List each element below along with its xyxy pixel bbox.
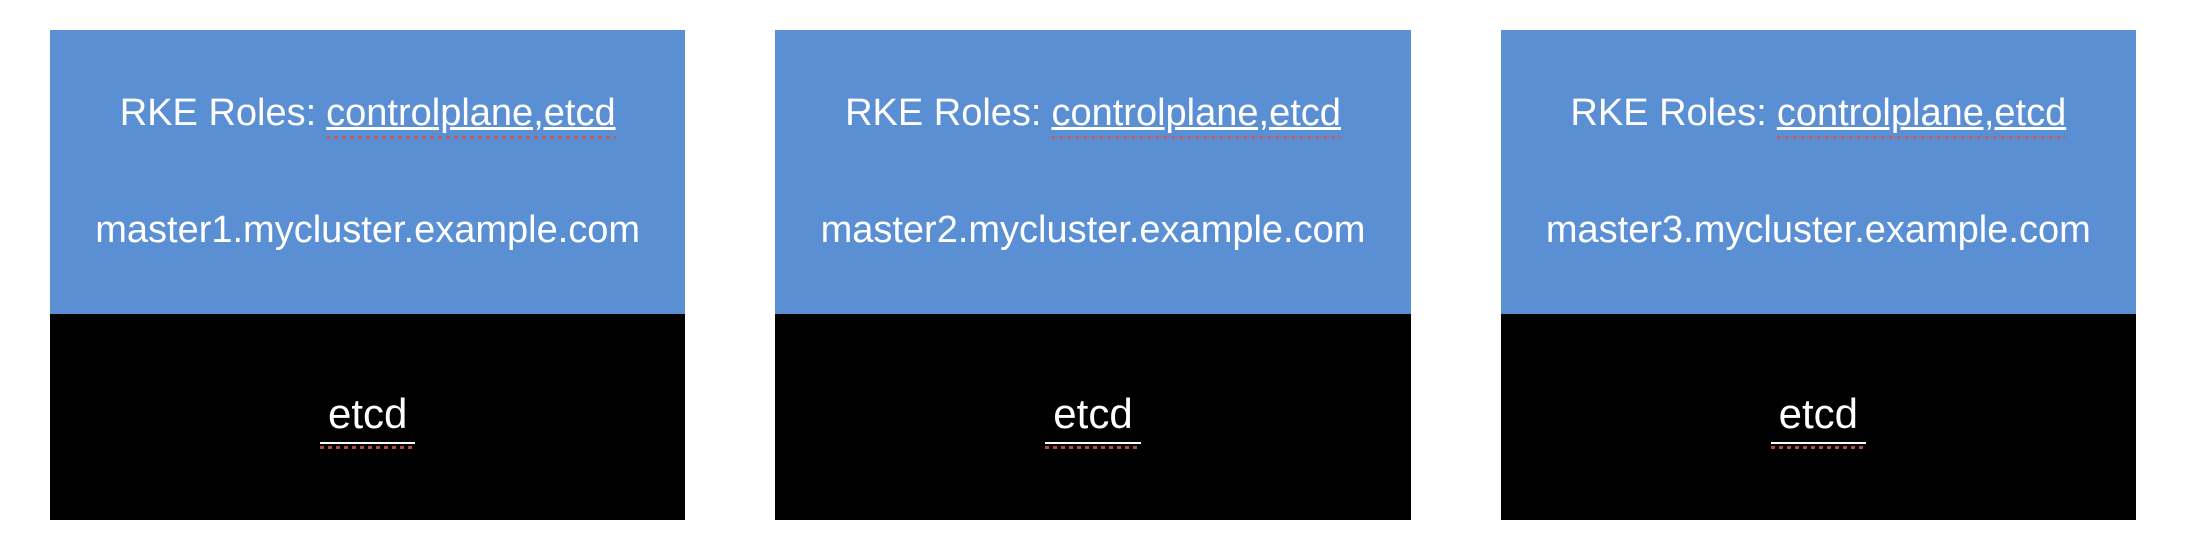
node-header-1: RKE Roles: controlplane,etcd master1.myc… [50, 30, 685, 314]
etcd-label-1: etcd [320, 390, 415, 444]
master-node-1: RKE Roles: controlplane,etcd master1.myc… [50, 30, 685, 520]
roles-label-3: RKE Roles: [1570, 92, 1766, 135]
roles-line-1: RKE Roles: controlplane,etcd [120, 92, 616, 135]
hostname-1: master1.mycluster.example.com [95, 209, 640, 252]
roles-value-3: controlplane,etcd [1777, 92, 2066, 135]
master-node-2: RKE Roles: controlplane,etcd master2.myc… [775, 30, 1410, 520]
master-node-3: RKE Roles: controlplane,etcd master3.myc… [1501, 30, 2136, 520]
roles-line-2: RKE Roles: controlplane,etcd [845, 92, 1341, 135]
node-component-2: etcd [775, 314, 1410, 520]
hostname-2: master2.mycluster.example.com [821, 209, 1366, 252]
etcd-label-3: etcd [1771, 390, 1866, 444]
node-component-3: etcd [1501, 314, 2136, 520]
node-header-2: RKE Roles: controlplane,etcd master2.myc… [775, 30, 1410, 314]
roles-label-2: RKE Roles: [845, 92, 1041, 135]
roles-value-1: controlplane,etcd [326, 92, 615, 135]
node-component-1: etcd [50, 314, 685, 520]
hostname-3: master3.mycluster.example.com [1546, 209, 2091, 252]
roles-value-2: controlplane,etcd [1051, 92, 1340, 135]
roles-label-1: RKE Roles: [120, 92, 316, 135]
node-header-3: RKE Roles: controlplane,etcd master3.myc… [1501, 30, 2136, 314]
roles-line-3: RKE Roles: controlplane,etcd [1570, 92, 2066, 135]
etcd-label-2: etcd [1045, 390, 1140, 444]
